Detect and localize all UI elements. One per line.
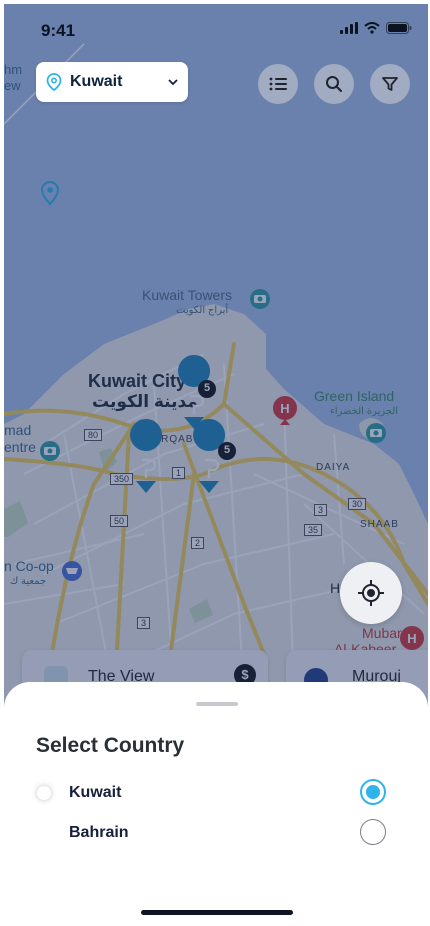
- screen: Kuwait Towers أبراج الكويت Kuwait City م…: [4, 4, 428, 922]
- status-time: 9:41: [41, 21, 76, 40]
- search-icon: [326, 76, 342, 92]
- radio-unselected[interactable]: [360, 819, 386, 845]
- country-option-label: Bahrain: [69, 824, 129, 841]
- sheet-title: Select Country: [36, 734, 185, 757]
- country-selector-value: Kuwait: [70, 73, 123, 90]
- sheet-grabber[interactable]: [196, 702, 238, 706]
- list-icon: [269, 77, 287, 91]
- chevron-down-icon: [168, 79, 178, 86]
- select-country-sheet: Select Country Kuwait Bahrain: [4, 682, 428, 922]
- battery-icon: [386, 22, 412, 34]
- status-icons: [340, 22, 412, 34]
- filter-icon: [382, 77, 398, 91]
- signal-icon: [340, 22, 358, 34]
- ripple-indicator: [37, 786, 51, 800]
- list-view-button[interactable]: [258, 64, 298, 104]
- country-option-label: Kuwait: [69, 784, 122, 801]
- location-pin-icon: [46, 73, 62, 91]
- search-button[interactable]: [314, 64, 354, 104]
- my-location-button[interactable]: [340, 562, 402, 624]
- country-option-bahrain[interactable]: Bahrain: [4, 816, 428, 852]
- country-selector[interactable]: Kuwait: [36, 62, 188, 102]
- filter-button[interactable]: [370, 64, 410, 104]
- home-indicator: [141, 910, 293, 915]
- wifi-icon: [364, 22, 380, 34]
- radio-selected[interactable]: [360, 779, 386, 805]
- crosshair-icon: [358, 580, 384, 606]
- country-option-kuwait[interactable]: Kuwait: [4, 776, 428, 812]
